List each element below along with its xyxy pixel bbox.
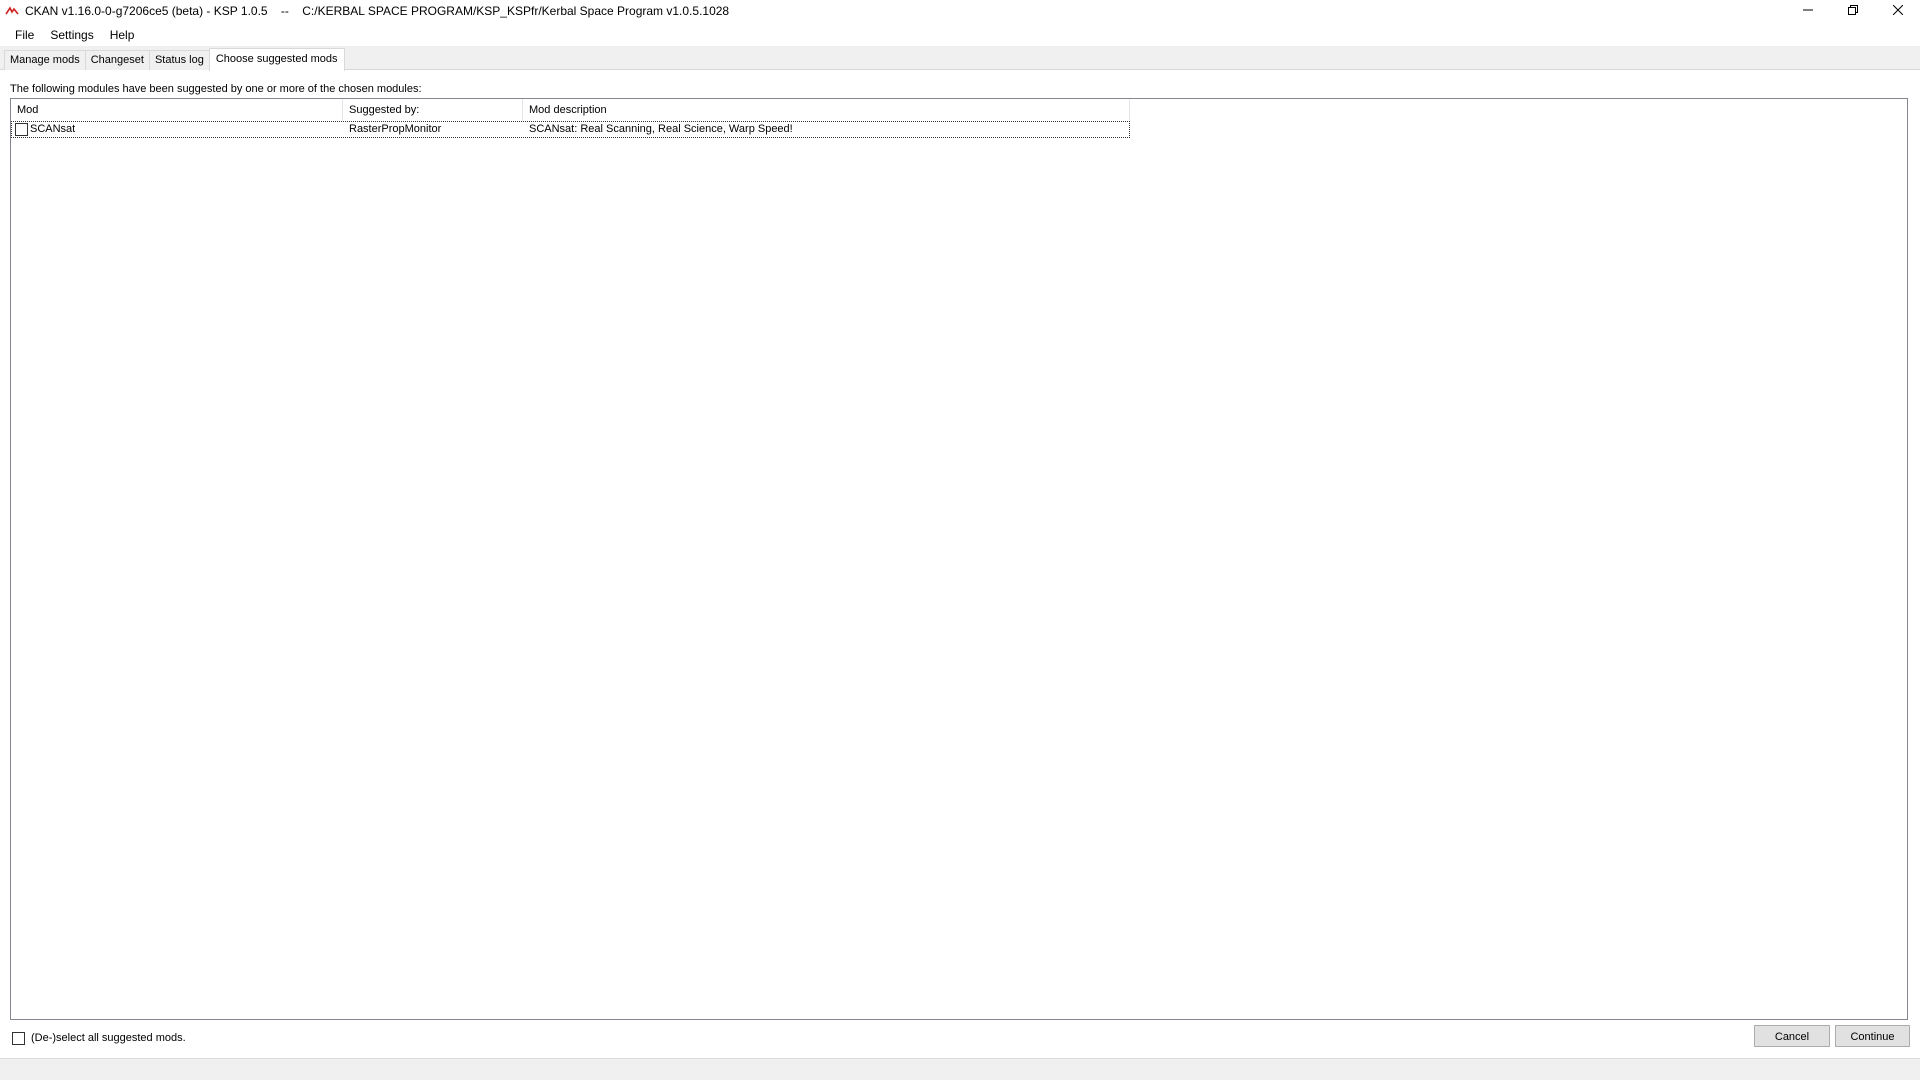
mod-description-cell: SCANsat: Real Scanning, Real Science, Wa… [529, 123, 793, 135]
column-header-mod[interactable]: Mod [11, 99, 343, 121]
tab-strip: Manage mods Changeset Status log Choose … [0, 46, 1920, 71]
select-all-label[interactable]: (De-)select all suggested mods. [31, 1032, 186, 1044]
mod-checkbox[interactable] [15, 123, 28, 136]
suggested-mods-panel: The following modules have been suggeste… [0, 70, 1920, 1058]
suggested-mods-list[interactable]: Mod Suggested by: Mod description SCANsa… [10, 98, 1908, 1020]
intro-label: The following modules have been suggeste… [10, 83, 422, 95]
tab-changeset[interactable]: Changeset [84, 50, 150, 70]
window-title: CKAN v1.16.0-0-g7206ce5 (beta) - KSP 1.0… [25, 4, 730, 18]
table-row[interactable]: SCANsat RasterPropMonitor SCANsat: Real … [11, 121, 1130, 138]
mod-name: SCANsat [30, 123, 76, 135]
close-icon [1892, 4, 1903, 18]
cancel-button[interactable]: Cancel [1754, 1025, 1830, 1047]
select-all-checkbox[interactable] [12, 1031, 25, 1045]
window-controls [1785, 0, 1920, 22]
menu-bar: File Settings Help [0, 24, 1920, 46]
minimize-button[interactable] [1785, 0, 1830, 22]
tab-manage-mods[interactable]: Manage mods [4, 50, 86, 70]
continue-button[interactable]: Continue [1835, 1025, 1910, 1047]
restore-button[interactable] [1830, 0, 1875, 22]
restore-icon [1847, 4, 1858, 18]
column-header-suggested-by[interactable]: Suggested by: [343, 99, 523, 121]
menu-help[interactable]: Help [102, 24, 143, 46]
minimize-icon [1802, 5, 1813, 18]
tab-choose-suggested-mods[interactable]: Choose suggested mods [208, 48, 345, 71]
column-header-mod-description[interactable]: Mod description [523, 99, 1130, 121]
title-bar: CKAN v1.16.0-0-g7206ce5 (beta) - KSP 1.0… [0, 0, 1920, 22]
status-bar [0, 1058, 1920, 1080]
menu-file[interactable]: File [8, 24, 42, 46]
tab-status-log[interactable]: Status log [148, 50, 210, 70]
select-all-control[interactable]: (De-)select all suggested mods. [12, 1030, 186, 1046]
menu-settings[interactable]: Settings [42, 24, 101, 46]
list-header: Mod Suggested by: Mod description [11, 99, 1130, 121]
ckan-logo-icon [4, 3, 20, 19]
close-button[interactable] [1875, 0, 1920, 22]
suggested-by-cell: RasterPropMonitor [349, 123, 442, 135]
